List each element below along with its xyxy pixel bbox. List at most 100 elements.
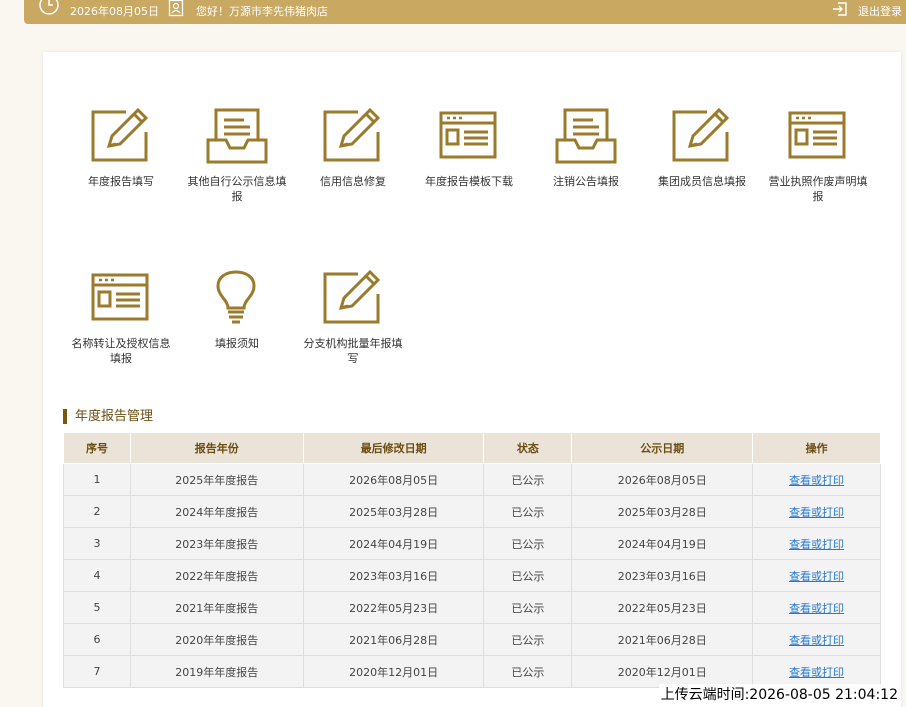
cell-publish-date: 2021年06月28日 bbox=[571, 623, 754, 656]
logout-link[interactable]: 退出登录 bbox=[858, 3, 902, 19]
tile-credit-repair[interactable]: 信用信息修复 bbox=[293, 108, 413, 189]
col-header: 状态 bbox=[483, 432, 573, 464]
cell-report-year: 2021年年度报告 bbox=[129, 591, 304, 624]
cell-action: 查看或打印 bbox=[752, 495, 881, 528]
cell-publish-date: 2024年04月19日 bbox=[571, 527, 754, 560]
col-header: 序号 bbox=[63, 432, 131, 464]
tile-cancellation-notice[interactable]: 注销公告填报 bbox=[526, 108, 646, 189]
cell-modified-date: 2025年03月28日 bbox=[302, 495, 485, 528]
col-header: 最后修改日期 bbox=[302, 432, 485, 464]
edit-icon bbox=[323, 270, 381, 324]
cell-index: 3 bbox=[63, 527, 131, 560]
table-row: 2 2024年年度报告 2025年03月28日 已公示 2025年03月28日 … bbox=[63, 495, 881, 528]
cell-index: 5 bbox=[63, 591, 131, 624]
tile-label: 集团成员信息填报 bbox=[658, 175, 746, 188]
view-print-link[interactable]: 查看或打印 bbox=[789, 538, 844, 551]
view-print-link[interactable]: 查看或打印 bbox=[789, 634, 844, 647]
cell-action: 查看或打印 bbox=[752, 527, 881, 560]
cell-modified-date: 2026年08月05日 bbox=[302, 463, 485, 496]
table-header-row: 序号 报告年份 最后修改日期 状态 公示日期 操作 bbox=[63, 432, 881, 464]
table-row: 7 2019年年度报告 2020年12月01日 已公示 2020年12月01日 … bbox=[63, 655, 881, 688]
cell-report-year: 2024年年度报告 bbox=[129, 495, 304, 528]
cell-status: 已公示 bbox=[483, 623, 573, 656]
section-title: 年度报告管理 bbox=[63, 409, 153, 424]
cell-report-year: 2022年年度报告 bbox=[129, 559, 304, 592]
tile-license-void[interactable]: 营业执照作废声明填报 bbox=[758, 108, 878, 204]
cell-publish-date: 2025年03月28日 bbox=[571, 495, 754, 528]
cell-report-year: 2025年年度报告 bbox=[129, 463, 304, 496]
table-row: 3 2023年年度报告 2024年04月19日 已公示 2024年04月19日 … bbox=[63, 527, 881, 560]
tile-instructions[interactable]: 填报须知 bbox=[177, 270, 297, 351]
cell-report-year: 2023年年度报告 bbox=[129, 527, 304, 560]
cell-index: 1 bbox=[63, 463, 131, 496]
tile-label: 其他自行公示信息填报 bbox=[187, 175, 287, 203]
cell-action: 查看或打印 bbox=[752, 623, 881, 656]
view-print-link[interactable]: 查看或打印 bbox=[789, 506, 844, 519]
cell-publish-date: 2022年05月23日 bbox=[571, 591, 754, 624]
window-icon bbox=[91, 273, 149, 321]
window-icon bbox=[439, 111, 497, 159]
window-icon bbox=[788, 111, 846, 159]
cell-modified-date: 2024年04月19日 bbox=[302, 527, 485, 560]
tile-label: 年度报告填写 bbox=[88, 175, 154, 188]
cell-publish-date: 2020年12月01日 bbox=[571, 655, 754, 688]
tile-label: 分支机构批量年报填写 bbox=[303, 337, 403, 365]
edit-icon bbox=[91, 108, 149, 162]
col-header: 报告年份 bbox=[129, 432, 304, 464]
col-header: 公示日期 bbox=[571, 432, 754, 464]
cell-publish-date: 2026年08月05日 bbox=[571, 463, 754, 496]
view-print-link[interactable]: 查看或打印 bbox=[789, 570, 844, 583]
table-row: 1 2025年年度报告 2026年08月05日 已公示 2026年08月05日 … bbox=[63, 463, 881, 496]
cell-status: 已公示 bbox=[483, 655, 573, 688]
tile-label: 营业执照作废声明填报 bbox=[768, 175, 868, 203]
edit-icon bbox=[672, 108, 730, 162]
tile-template-download[interactable]: 年度报告模板下载 bbox=[409, 108, 529, 189]
tile-branch-batch[interactable]: 分支机构批量年报填写 bbox=[293, 270, 413, 366]
cell-index: 4 bbox=[63, 559, 131, 592]
cell-status: 已公示 bbox=[483, 495, 573, 528]
lightbulb-icon bbox=[216, 270, 256, 324]
view-print-link[interactable]: 查看或打印 bbox=[789, 666, 844, 679]
table-row: 5 2021年年度报告 2022年05月23日 已公示 2022年05月23日 … bbox=[63, 591, 881, 624]
cell-action: 查看或打印 bbox=[752, 559, 881, 592]
annual-report-table: 序号 报告年份 最后修改日期 状态 公示日期 操作 1 2025年年度报告 20… bbox=[63, 432, 881, 688]
clock-icon bbox=[39, 0, 59, 15]
greeting-text: 您好！万源市李先伟猪肉店 bbox=[196, 5, 328, 18]
tile-other-disclosure[interactable]: 其他自行公示信息填报 bbox=[177, 108, 297, 204]
tile-label: 填报须知 bbox=[215, 337, 259, 350]
tile-name-transfer[interactable]: 名称转让及授权信息填报 bbox=[61, 270, 181, 366]
cell-modified-date: 2023年03月16日 bbox=[302, 559, 485, 592]
cell-index: 2 bbox=[63, 495, 131, 528]
tile-label: 注销公告填报 bbox=[553, 175, 619, 188]
shop-icon bbox=[168, 0, 184, 17]
cell-status: 已公示 bbox=[483, 527, 573, 560]
edit-icon bbox=[323, 108, 381, 162]
cell-index: 7 bbox=[63, 655, 131, 688]
cell-index: 6 bbox=[63, 623, 131, 656]
cell-action: 查看或打印 bbox=[752, 591, 881, 624]
col-header: 操作 bbox=[752, 432, 881, 464]
cell-modified-date: 2021年06月28日 bbox=[302, 623, 485, 656]
top-bar: 2026年08月05日 您好！万源市李先伟猪肉店 退出登录 bbox=[24, 0, 906, 24]
cell-status: 已公示 bbox=[483, 591, 573, 624]
cell-status: 已公示 bbox=[483, 463, 573, 496]
upload-timestamp-watermark: 上传云端时间:2026-08-05 21:04:12 bbox=[658, 684, 900, 704]
cell-status: 已公示 bbox=[483, 559, 573, 592]
cell-modified-date: 2022年05月23日 bbox=[302, 591, 485, 624]
cell-report-year: 2020年年度报告 bbox=[129, 623, 304, 656]
view-print-link[interactable]: 查看或打印 bbox=[789, 602, 844, 615]
inbox-icon bbox=[206, 108, 268, 164]
tile-label: 信用信息修复 bbox=[320, 175, 386, 188]
inbox-icon bbox=[555, 108, 617, 164]
tile-label: 年度报告模板下载 bbox=[425, 175, 513, 188]
tile-annual-report[interactable]: 年度报告填写 bbox=[61, 108, 181, 189]
current-date: 2026年08月05日 bbox=[70, 5, 159, 18]
cell-report-year: 2019年年度报告 bbox=[129, 655, 304, 688]
table-row: 6 2020年年度报告 2021年06月28日 已公示 2021年06月28日 … bbox=[63, 623, 881, 656]
cell-publish-date: 2023年03月16日 bbox=[571, 559, 754, 592]
tile-group-members[interactable]: 集团成员信息填报 bbox=[642, 108, 762, 189]
table-row: 4 2022年年度报告 2023年03月16日 已公示 2023年03月16日 … bbox=[63, 559, 881, 592]
logout-icon[interactable] bbox=[832, 1, 848, 17]
view-print-link[interactable]: 查看或打印 bbox=[789, 474, 844, 487]
cell-action: 查看或打印 bbox=[752, 463, 881, 496]
